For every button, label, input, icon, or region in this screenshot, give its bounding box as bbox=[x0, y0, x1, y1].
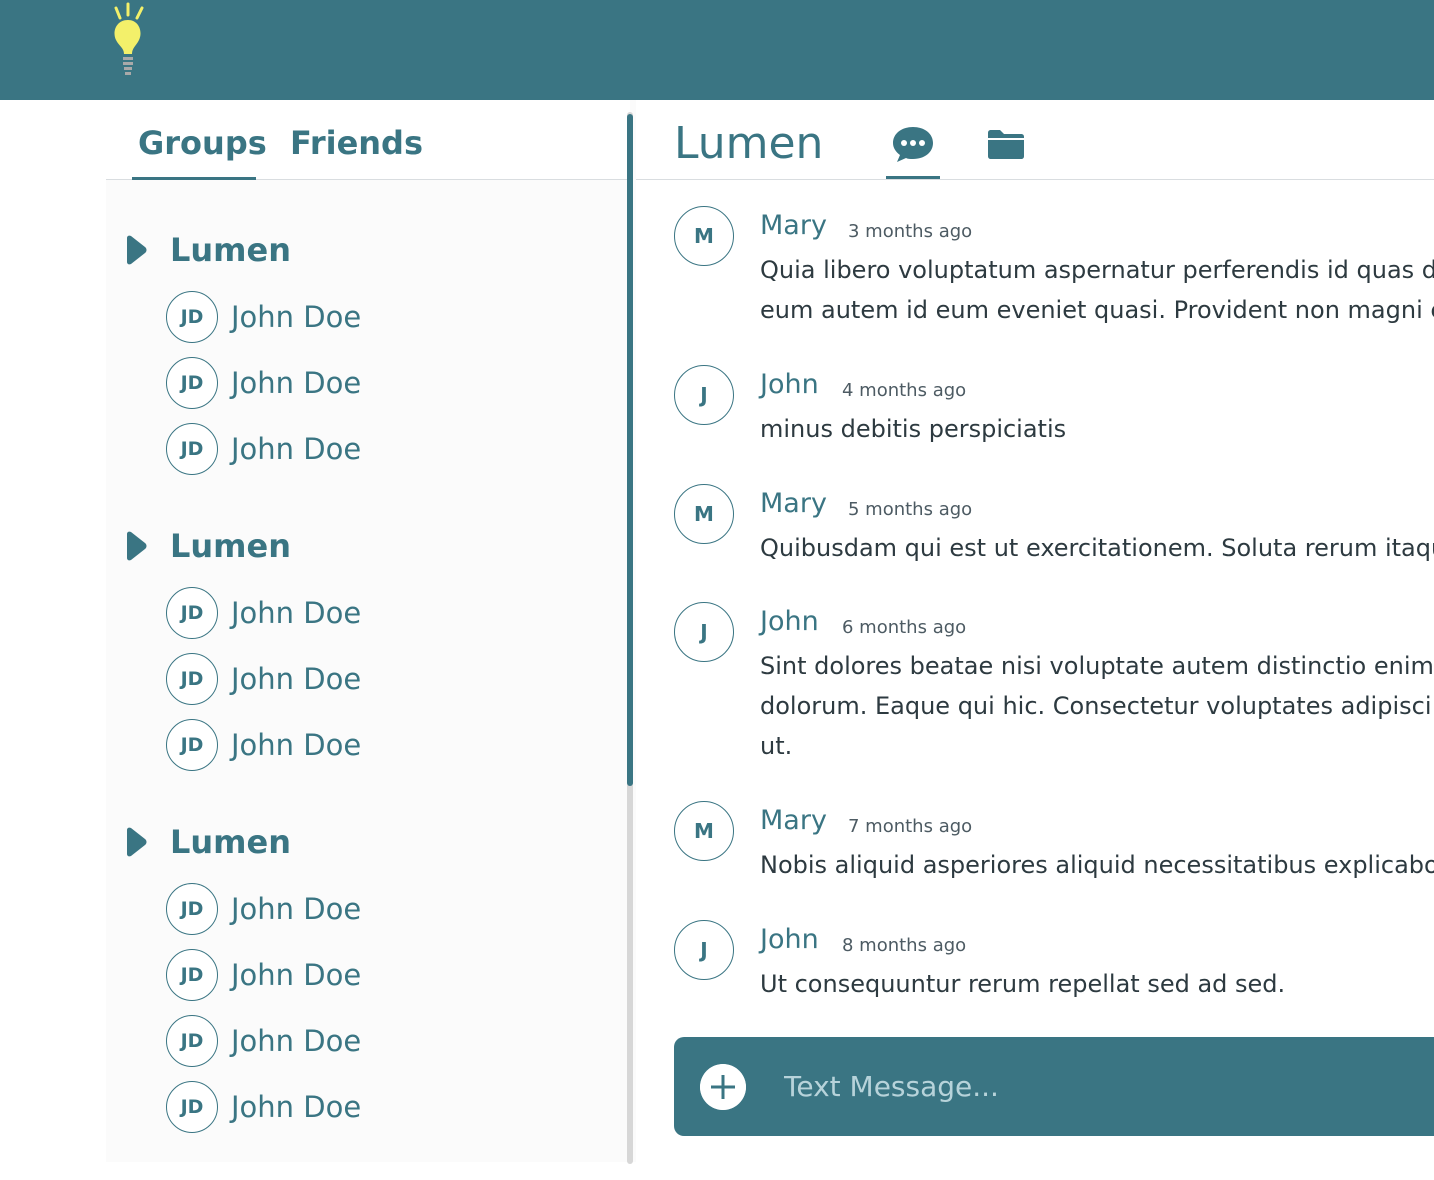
message-line: ut. bbox=[760, 732, 793, 760]
message-line: eum autem id eum eveniet quasi. Providen… bbox=[760, 296, 1434, 324]
folder-icon[interactable] bbox=[986, 128, 1026, 160]
group-member[interactable]: JD John Doe bbox=[166, 882, 361, 936]
message-line: Sint dolores beatae nisi voluptate autem… bbox=[760, 652, 1434, 680]
group-name: Lumen bbox=[170, 527, 291, 565]
avatar: JD bbox=[166, 357, 218, 409]
chat-title: Lumen bbox=[674, 118, 824, 169]
avatar: JD bbox=[166, 653, 218, 705]
message-timestamp: 4 months ago bbox=[842, 380, 967, 401]
message-timestamp: 7 months ago bbox=[848, 816, 973, 837]
message-line: Quibusdam qui est ut exercitationem. Sol… bbox=[760, 534, 1434, 562]
chat-bubble-icon[interactable] bbox=[891, 124, 935, 164]
message-line: dolorum. Eaque qui hic. Consectetur volu… bbox=[760, 692, 1434, 720]
message-timestamp: 5 months ago bbox=[848, 499, 973, 520]
group-member[interactable]: JD John Doe bbox=[166, 1014, 361, 1068]
avatar: JD bbox=[166, 423, 218, 475]
member-name: John Doe bbox=[231, 366, 362, 400]
chat-header: Lumen bbox=[636, 100, 1434, 180]
group-member[interactable]: JD John Doe bbox=[166, 586, 361, 640]
sidebar: Groups Friends Lumen JD John Doe JD John Doe… bbox=[106, 100, 636, 1162]
message-timestamp: 3 months ago bbox=[848, 221, 973, 242]
avatar: M bbox=[674, 484, 734, 544]
avatar: JD bbox=[166, 587, 218, 639]
tab-groups[interactable]: Groups bbox=[138, 124, 267, 162]
message-line: Quia libero voluptatum aspernatur perfer… bbox=[760, 256, 1434, 284]
group-header[interactable]: Lumen bbox=[124, 526, 291, 566]
lightbulb-logo-icon[interactable] bbox=[106, 2, 152, 82]
message-line: minus debitis perspiciatis bbox=[760, 415, 1067, 443]
active-tab-indicator bbox=[132, 177, 256, 180]
group-member[interactable]: JD John Doe bbox=[166, 718, 361, 772]
message-text: Ut consequuntur rerum repellat sed ad se… bbox=[760, 964, 1434, 1004]
message-input[interactable] bbox=[782, 1059, 1422, 1113]
message-author[interactable]: Mary bbox=[760, 210, 827, 241]
avatar: J bbox=[674, 602, 734, 662]
member-name: John Doe bbox=[231, 662, 362, 696]
message-line: Nobis aliquid asperiores aliquid necessi… bbox=[760, 851, 1434, 879]
avatar: JD bbox=[166, 719, 218, 771]
message-text: Quia libero voluptatum aspernatur perfer… bbox=[760, 250, 1434, 330]
avatar: JD bbox=[166, 1081, 218, 1133]
member-name: John Doe bbox=[231, 892, 362, 926]
member-name: John Doe bbox=[231, 432, 362, 466]
caret-right-icon bbox=[127, 531, 147, 561]
message-composer bbox=[674, 1037, 1434, 1136]
group-name: Lumen bbox=[170, 823, 291, 861]
message-line: Ut consequuntur rerum repellat sed ad se… bbox=[760, 970, 1286, 998]
message-author[interactable]: John bbox=[760, 369, 819, 400]
member-name: John Doe bbox=[231, 958, 362, 992]
message-timestamp: 6 months ago bbox=[842, 617, 967, 638]
message-author[interactable]: John bbox=[760, 606, 819, 637]
avatar: JD bbox=[166, 883, 218, 935]
message-text: minus debitis perspiciatis bbox=[760, 409, 1434, 449]
group-member[interactable]: JD John Doe bbox=[166, 1080, 361, 1134]
caret-right-icon bbox=[127, 827, 147, 857]
member-name: John Doe bbox=[231, 728, 362, 762]
top-bar bbox=[0, 0, 1434, 100]
member-name: John Doe bbox=[231, 1024, 362, 1058]
avatar: J bbox=[674, 365, 734, 425]
group-header[interactable]: Lumen bbox=[124, 230, 291, 270]
group-member[interactable]: JD John Doe bbox=[166, 356, 361, 410]
group-member[interactable]: JD John Doe bbox=[166, 290, 361, 344]
avatar: JD bbox=[166, 291, 218, 343]
group-name: Lumen bbox=[170, 231, 291, 269]
message-timestamp: 8 months ago bbox=[842, 935, 967, 956]
member-name: John Doe bbox=[231, 1090, 362, 1124]
sidebar-tabs: Groups Friends bbox=[106, 100, 630, 180]
avatar: M bbox=[674, 801, 734, 861]
message-text: Sint dolores beatae nisi voluptate autem… bbox=[760, 646, 1434, 766]
message-author[interactable]: Mary bbox=[760, 488, 827, 519]
chat-active-tab-indicator bbox=[886, 176, 940, 179]
caret-right-icon bbox=[127, 235, 147, 265]
add-attachment-button[interactable] bbox=[700, 1064, 746, 1110]
group-member[interactable]: JD John Doe bbox=[166, 652, 361, 706]
member-name: John Doe bbox=[231, 596, 362, 630]
message-author[interactable]: John bbox=[760, 924, 819, 955]
sidebar-scrollbar-thumb[interactable] bbox=[627, 114, 633, 786]
avatar: M bbox=[674, 206, 734, 266]
message-text: Nobis aliquid asperiores aliquid necessi… bbox=[760, 845, 1434, 885]
tab-friends[interactable]: Friends bbox=[290, 124, 423, 162]
message-author[interactable]: Mary bbox=[760, 805, 827, 836]
group-member[interactable]: JD John Doe bbox=[166, 948, 361, 1002]
group-member[interactable]: JD John Doe bbox=[166, 422, 361, 476]
avatar: J bbox=[674, 920, 734, 980]
message-text: Quibusdam qui est ut exercitationem. Sol… bbox=[760, 528, 1434, 568]
group-header[interactable]: Lumen bbox=[124, 822, 291, 862]
avatar: JD bbox=[166, 1015, 218, 1067]
member-name: John Doe bbox=[231, 300, 362, 334]
avatar: JD bbox=[166, 949, 218, 1001]
